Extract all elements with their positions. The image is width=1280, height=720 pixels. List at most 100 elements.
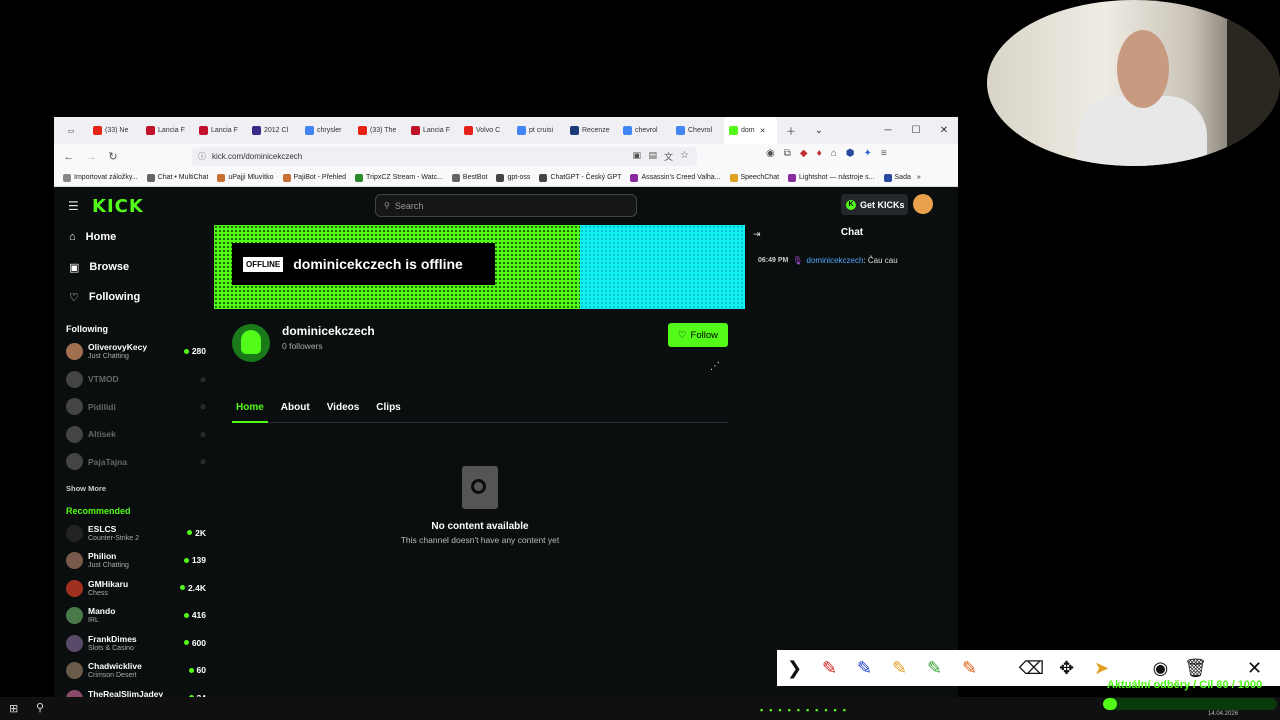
sidebar-channel[interactable]: FrankDimes Slots & Casino 600	[54, 630, 211, 658]
bookmark-item[interactable]: uPajji Mluvítko	[217, 173, 274, 182]
kick-logo[interactable]: KICK	[92, 196, 144, 217]
browser-tab[interactable]: Recenze	[565, 117, 618, 144]
sidebar-channel[interactable]: ESLCS Counter-Strike 2 2K	[54, 520, 211, 548]
nav-item-home[interactable]: ⌂ Home	[54, 222, 211, 252]
tab-favicon-icon	[623, 126, 632, 135]
nav-bar: ← → ↻ ⓘ kick.com/dominicekczech ☆ 文 ▤ ▣ …	[54, 144, 958, 169]
recommended-list: ESLCS Counter-Strike 2 2K Philion Just Chatt…	[54, 520, 211, 713]
browser-tab[interactable]: (33) The	[353, 117, 406, 144]
tab-list-button[interactable]: ⌄	[805, 117, 833, 144]
follow-button[interactable]: ♡ Follow	[668, 323, 728, 347]
site-info-icon[interactable]: ⓘ	[198, 151, 206, 162]
pen-blue-icon[interactable]: ✎	[847, 650, 882, 686]
extension-shield-icon[interactable]: ⬢	[846, 148, 855, 159]
browser-tab[interactable]: Lancia F	[194, 117, 247, 144]
channel-avatar[interactable]	[232, 324, 270, 362]
bookmark-item[interactable]: SpeechChat	[729, 173, 779, 182]
bookmark-item[interactable]: Lightshot — nástroje s...	[788, 173, 875, 182]
browser-tab[interactable]: Lancia F	[406, 117, 459, 144]
show-more-button[interactable]: Show More	[54, 484, 211, 494]
browser-tab[interactable]: Chevrol	[671, 117, 724, 144]
tab-videos[interactable]: Videos	[323, 402, 364, 423]
pen-yellow-icon[interactable]: ✎	[882, 650, 917, 686]
pen-red-icon[interactable]: ✎	[812, 650, 847, 686]
bookmark-star-icon[interactable]: ☆	[680, 150, 689, 161]
search-input[interactable]: ⚲ Search	[375, 194, 637, 217]
browser-tab[interactable]: pt cruisi	[512, 117, 565, 144]
bookmark-item[interactable]: ChatGPT - Český GPT	[539, 173, 621, 182]
bookmarks-overflow-icon[interactable]: »	[917, 174, 921, 181]
move-icon[interactable]: ✥	[1049, 650, 1084, 686]
bookmark-label: PajiBot - Přehled	[293, 174, 347, 181]
share-icon[interactable]: ⋰	[710, 361, 720, 372]
viewer-count-value: 60	[196, 665, 206, 675]
pen-orange-icon[interactable]: ✎	[952, 650, 987, 686]
bookmark-item[interactable]: Importovat záložky...	[63, 173, 138, 182]
bookmark-item[interactable]: gpt-oss	[496, 173, 530, 182]
bookmark-item[interactable]: BestBot	[451, 173, 487, 182]
browser-tab[interactable]: Lancia F	[141, 117, 194, 144]
extension-puzzle-icon[interactable]: ✦	[863, 148, 871, 159]
maximize-button[interactable]: ☐	[902, 117, 930, 144]
bookmark-item[interactable]: Chat • MultiChat	[146, 173, 208, 182]
tab-clips[interactable]: Clips	[372, 402, 404, 423]
nav-item-browse[interactable]: ▣ Browse	[54, 252, 211, 282]
url-text: kick.com/dominicekczech	[212, 152, 303, 161]
taskbar-tray-icons[interactable]: ▪▪▪▪▪▪▪▪▪▪	[760, 705, 852, 715]
browse-icon: ▣	[69, 261, 80, 274]
sidebar-channel[interactable]: GMHikaru Chess 2.4K	[54, 575, 211, 603]
browser-tab[interactable]: dom ✕	[724, 117, 777, 144]
get-kicks-button[interactable]: K Get KICKs	[841, 194, 908, 215]
hamburger-menu-icon[interactable]: ☰	[68, 199, 79, 213]
taskbar-search-icon[interactable]: ⚲	[36, 701, 44, 714]
extensions-icon[interactable]: ⧉	[784, 148, 791, 159]
tab-overview-button[interactable]: ▭	[54, 117, 88, 144]
bookmark-favicon-icon	[63, 173, 71, 182]
close-tab-icon[interactable]: ✕	[760, 127, 766, 135]
account-icon[interactable]: ◉	[766, 148, 775, 159]
bookmark-item[interactable]: PajiBot - Přehled	[282, 173, 347, 182]
sidebar-channel[interactable]: Chadwicklive Crimson Desert 60	[54, 657, 211, 685]
url-bar[interactable]: ⓘ kick.com/dominicekczech ☆ 文 ▤ ▣	[192, 147, 697, 166]
extension-mic-icon[interactable]: ♦	[817, 148, 822, 159]
new-tab-button[interactable]: ＋	[777, 117, 805, 144]
sidebar-channel[interactable]: OliverovyKecy Just Chatting 280	[54, 338, 211, 366]
bookmark-item[interactable]: TripxCZ Stream - Watc...	[355, 173, 443, 182]
browser-tab[interactable]: (33) Ne	[88, 117, 141, 144]
sidebar-channel[interactable]: Altisek ⊘	[54, 421, 211, 449]
tab-label: Recenze	[582, 127, 610, 134]
chevron-right-icon[interactable]: ❯	[777, 650, 812, 686]
tab-about[interactable]: About	[277, 402, 314, 423]
chat-username[interactable]: dominicekczech	[807, 256, 864, 265]
translate-icon[interactable]: 文	[664, 150, 673, 163]
sidebar-channel[interactable]: Mando IRL 416	[54, 602, 211, 630]
extension-red-icon[interactable]: ◆	[800, 148, 808, 159]
eraser-icon[interactable]: ⌫	[1014, 650, 1049, 686]
sidebar-channel[interactable]: PajaTajna ⊘	[54, 448, 211, 476]
sidebar-channel[interactable]: Pidilidi ⊘	[54, 393, 211, 421]
bookmark-item[interactable]: Assassin's Creed Valha...	[630, 173, 721, 182]
pen-green-icon[interactable]: ✎	[917, 650, 952, 686]
extension-basket-icon[interactable]: ⌂	[831, 148, 837, 159]
back-button[interactable]: ←	[58, 146, 80, 168]
user-avatar[interactable]	[913, 194, 933, 214]
windows-start-icon[interactable]: ⊞	[9, 702, 18, 715]
browser-tab[interactable]: 2012 Cl	[247, 117, 300, 144]
reload-button[interactable]: ↻	[102, 146, 124, 168]
minimize-button[interactable]: ─	[874, 117, 902, 144]
browser-tab[interactable]: chrysler	[300, 117, 353, 144]
tab-home[interactable]: Home	[232, 402, 268, 423]
bookmark-item[interactable]: Sada	[883, 173, 911, 182]
nav-item-following[interactable]: ♡ Following	[54, 282, 211, 312]
sidebar-channel[interactable]: VTMOD ⊘	[54, 366, 211, 394]
menu-icon[interactable]: ≡	[881, 148, 887, 159]
browser-tab[interactable]: chevrol	[618, 117, 671, 144]
tab-label: chrysler	[317, 127, 342, 134]
close-window-button[interactable]: ✕	[930, 117, 958, 144]
browser-tab[interactable]: Volvo C	[459, 117, 512, 144]
sidebar-channel[interactable]: Philion Just Chatting 139	[54, 547, 211, 575]
picture-icon[interactable]: ▣	[632, 150, 641, 161]
forward-button[interactable]: →	[80, 146, 102, 168]
bookmark-favicon-icon	[451, 173, 460, 182]
reader-view-icon[interactable]: ▤	[648, 150, 657, 161]
